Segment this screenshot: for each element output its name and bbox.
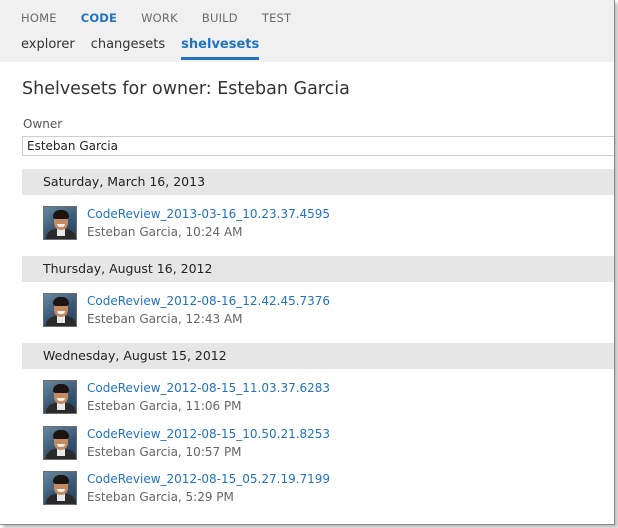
page-title: Shelvesets for owner: Esteban Garcia <box>22 79 350 99</box>
shelveset-owner-time: Esteban Garcia, 10:24 AM <box>87 225 243 239</box>
owner-label: Owner <box>23 117 63 131</box>
app-window: HOME CODE WORK BUILD TEST explorer chang… <box>0 0 615 525</box>
nav-home[interactable]: HOME <box>21 10 57 26</box>
date-group-header: Wednesday, August 15, 2012 <box>22 343 614 369</box>
shelveset-link[interactable]: CodeReview_2012-08-15_10.50.21.8253 <box>87 427 330 441</box>
owner-field[interactable] <box>22 136 614 156</box>
date-group-header: Thursday, August 16, 2012 <box>22 256 614 282</box>
tab-explorer[interactable]: explorer <box>21 36 75 60</box>
shelveset-link[interactable]: CodeReview_2012-08-16_12.42.45.7376 <box>87 294 330 308</box>
shelveset-owner-time: Esteban Garcia, 11:06 PM <box>87 399 242 413</box>
shelveset-owner-time: Esteban Garcia, 5:29 PM <box>87 490 234 504</box>
shelveset-item: CodeReview_2013-03-16_10.23.37.4595 Este… <box>43 206 543 246</box>
shelveset-link[interactable]: CodeReview_2012-08-15_05.27.19.7199 <box>87 472 330 486</box>
shelveset-item: CodeReview_2012-08-16_12.42.45.7376 Este… <box>43 293 543 333</box>
nav-work[interactable]: WORK <box>141 10 178 26</box>
shelveset-item: CodeReview_2012-08-15_10.50.21.8253 Este… <box>43 426 543 466</box>
shelveset-owner-time: Esteban Garcia, 10:57 PM <box>87 445 242 459</box>
tab-shelvesets[interactable]: shelvesets <box>181 36 260 60</box>
shelveset-item: CodeReview_2012-08-15_11.03.37.6283 Este… <box>43 380 543 420</box>
nav-build[interactable]: BUILD <box>202 10 238 26</box>
sub-nav: explorer changesets shelvesets <box>21 36 275 60</box>
nav-test[interactable]: TEST <box>262 10 291 26</box>
user-photo-icon <box>43 426 77 460</box>
navigation-header: HOME CODE WORK BUILD TEST explorer chang… <box>0 0 614 62</box>
shelveset-link[interactable]: CodeReview_2013-03-16_10.23.37.4595 <box>87 207 330 221</box>
user-photo-icon <box>43 293 77 327</box>
date-group-header: Saturday, March 16, 2013 <box>22 169 614 195</box>
shelveset-item: CodeReview_2012-08-15_05.27.19.7199 Este… <box>43 471 543 511</box>
nav-code[interactable]: CODE <box>81 10 117 26</box>
shelveset-link[interactable]: CodeReview_2012-08-15_11.03.37.6283 <box>87 381 330 395</box>
user-photo-icon <box>43 380 77 414</box>
shelveset-owner-time: Esteban Garcia, 12:43 AM <box>87 312 243 326</box>
user-photo-icon <box>43 206 77 240</box>
user-photo-icon <box>43 471 77 505</box>
top-nav: HOME CODE WORK BUILD TEST <box>21 10 315 26</box>
tab-changesets[interactable]: changesets <box>91 36 165 60</box>
